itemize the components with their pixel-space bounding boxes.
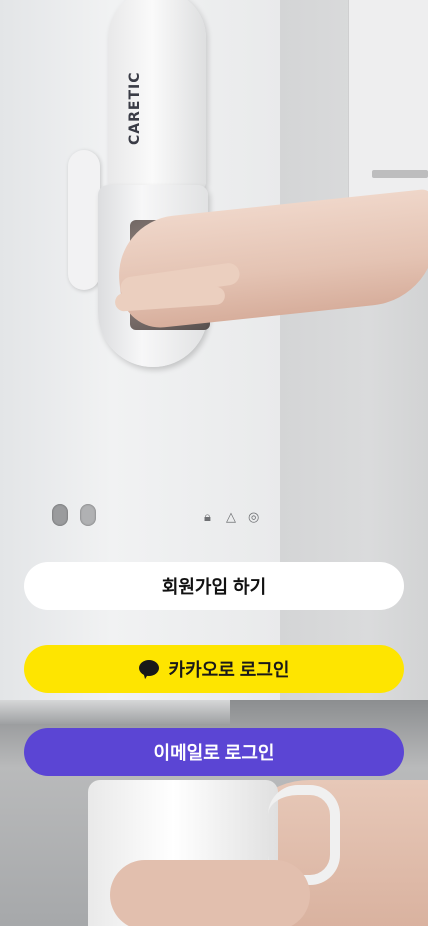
water-drop-icon: △ [226,510,236,525]
wall-unit-slot [372,170,428,178]
wall-unit [348,0,428,215]
dispense-icon: ◎ [248,510,260,525]
lock-icon: 🔒︎ [204,510,211,525]
purifier-button [52,504,68,526]
email-login-label: 이메일로 로그인 [153,743,275,763]
login-screen: CARETIC 🔒︎ △ ◎ 회원가입 하기 카카오로 로그인 [0,0,428,926]
email-login-button[interactable]: 이메일로 로그인 [24,728,404,776]
kakao-login-label: 카카오로 로그인 [168,660,290,680]
fingers [110,860,310,926]
dispenser-brand-text: CARETIC [120,72,190,146]
purifier-controls: 🔒︎ △ ◎ [200,510,270,546]
background-photo: CARETIC 🔒︎ △ ◎ [0,0,428,926]
drip-tray [0,700,230,724]
signup-button-label: 회원가입 하기 [161,577,267,597]
kakao-login-button[interactable]: 카카오로 로그인 [24,645,404,693]
mount-bracket [68,150,100,290]
purifier-buttons [52,504,132,532]
kakao-talk-bubble-icon [138,660,159,680]
purifier-button [80,504,96,526]
dispenser-top [108,0,206,190]
signup-button[interactable]: 회원가입 하기 [24,562,404,610]
